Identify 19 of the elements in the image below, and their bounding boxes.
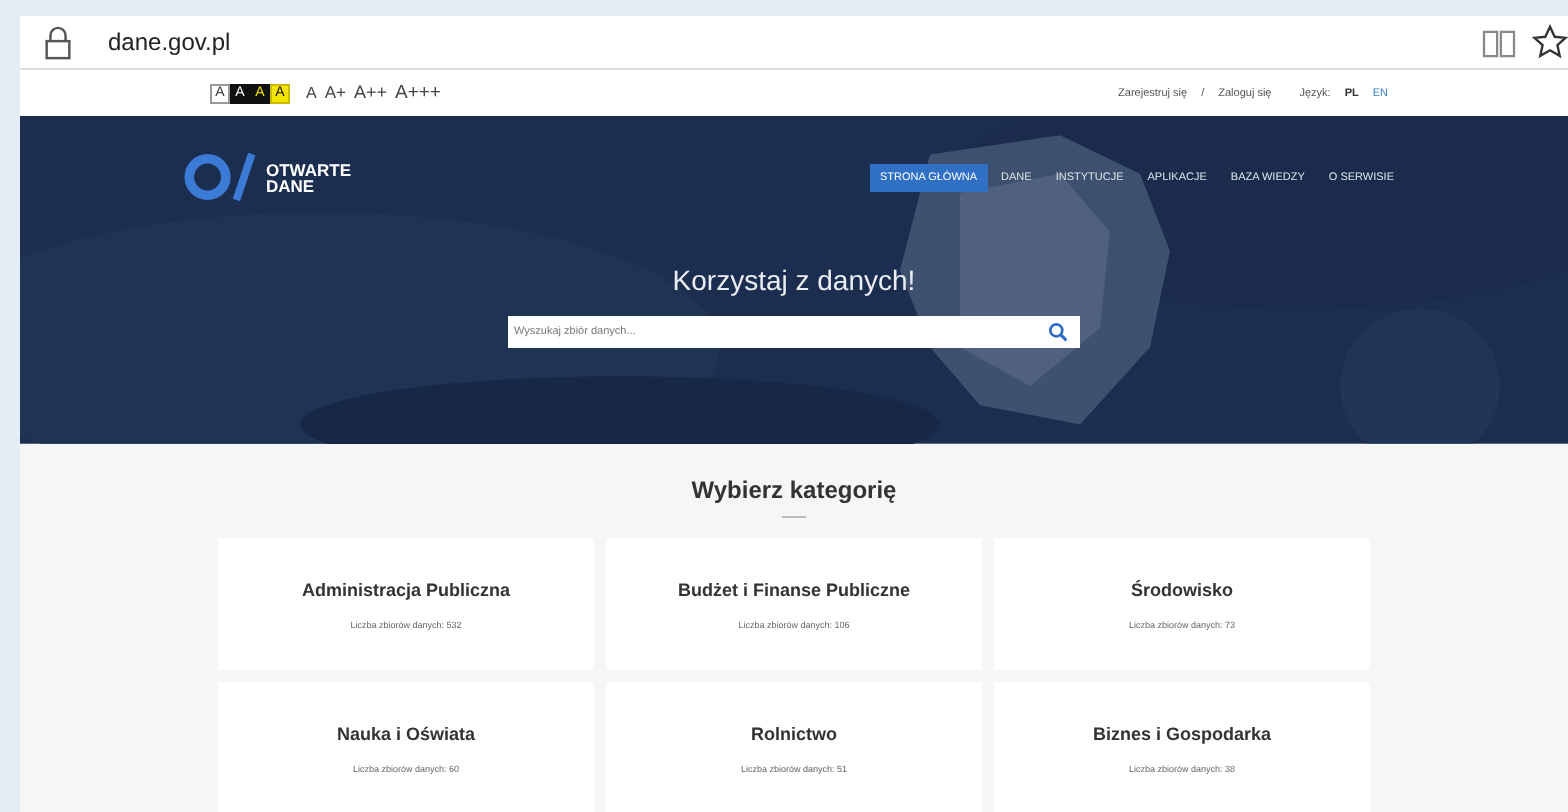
search-icon[interactable]: [1048, 322, 1068, 343]
hero-title: Korzystaj z danych!: [672, 264, 916, 297]
font-size-button[interactable]: A++: [353, 82, 387, 103]
font-size-button[interactable]: A+: [324, 82, 346, 103]
lock-icon: [44, 25, 72, 59]
section-title: Wybierz kategorię: [691, 476, 897, 504]
category-name: Administracja Publiczna: [301, 579, 511, 599]
logo-text[interactable]: OTWARTE DANE: [266, 161, 351, 194]
category-name: Biznes i Gospodarka: [1092, 723, 1272, 743]
category-name: Budżet i Finanse Publiczne: [677, 579, 910, 599]
category-name: Rolnictwo: [751, 723, 837, 743]
url-text[interactable]: dane.gov.pl: [108, 28, 231, 56]
star-icon[interactable]: [1532, 24, 1568, 60]
book-icon[interactable]: [1482, 27, 1516, 57]
font-size-button[interactable]: A+++: [395, 82, 441, 105]
category-name: Środowisko: [1130, 579, 1233, 599]
logo-icon[interactable]: [184, 152, 258, 203]
category-name: Nauka i Oświata: [336, 723, 476, 743]
font-size-button[interactable]: A: [306, 84, 317, 103]
